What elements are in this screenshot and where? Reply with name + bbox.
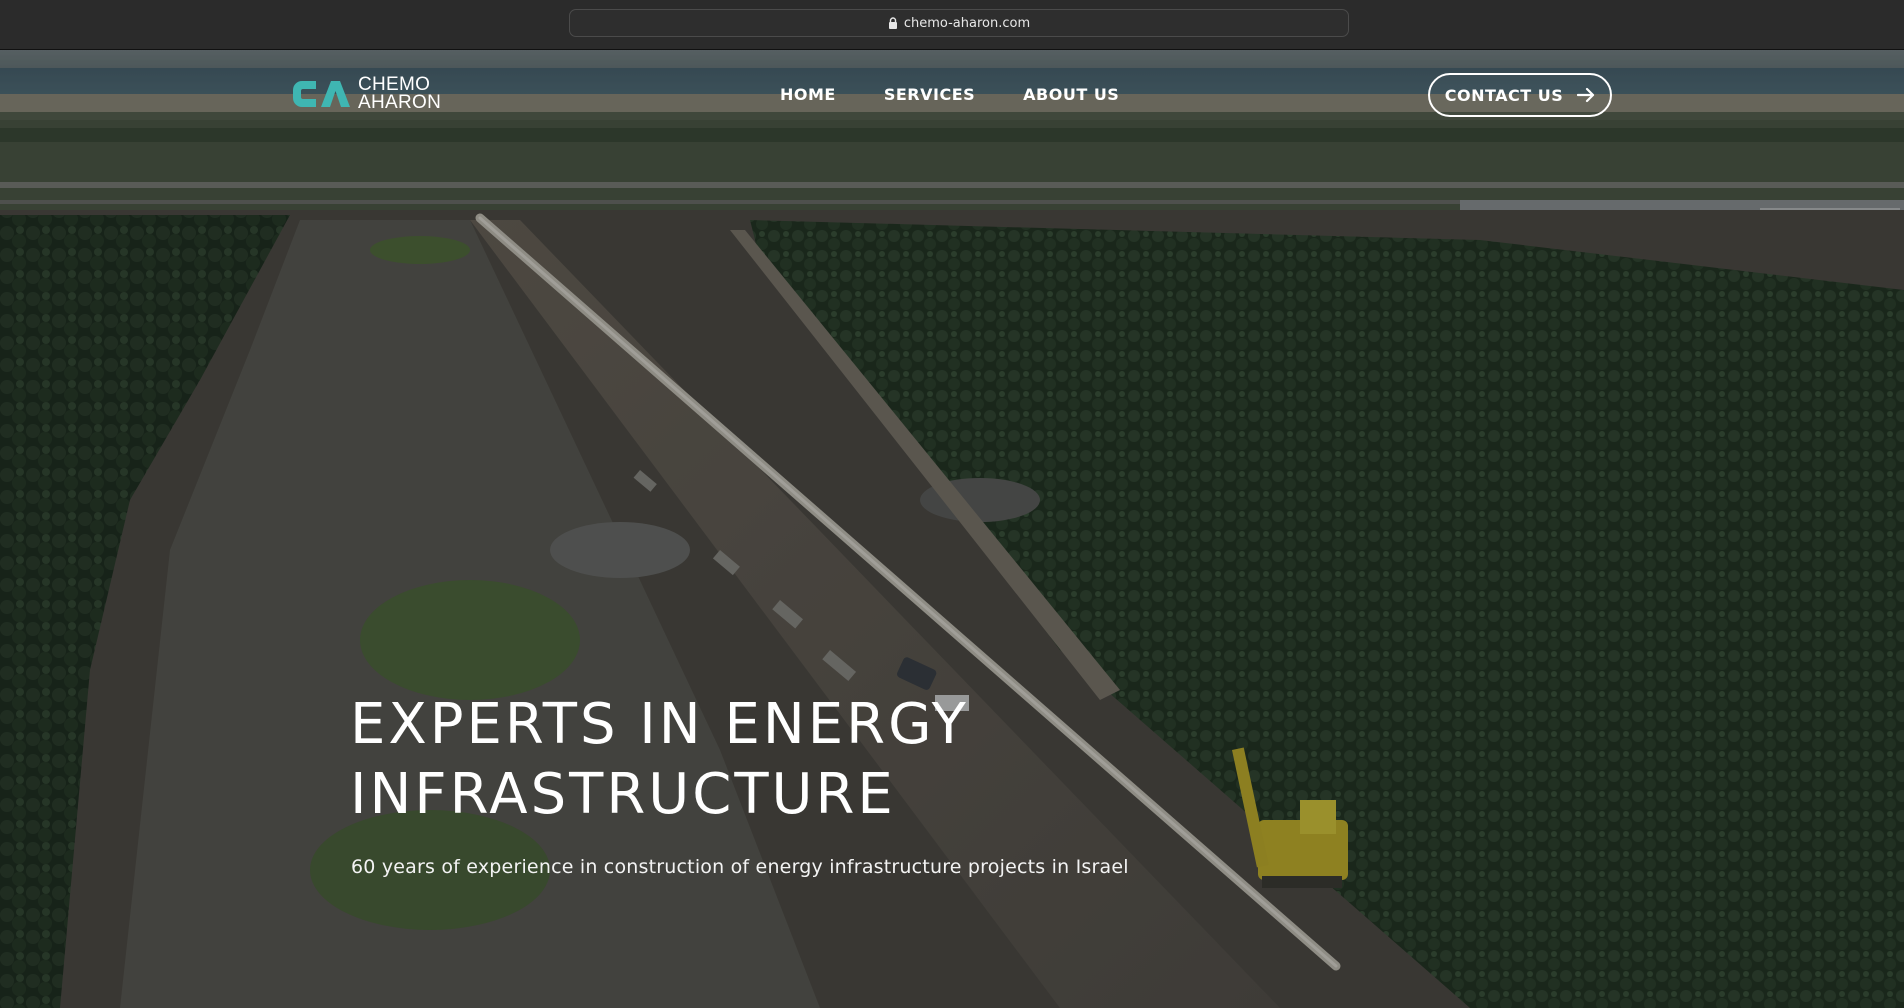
- hero-subtitle: 60 years of experience in construction o…: [351, 856, 1129, 878]
- nav-about-us[interactable]: ABOUT US: [1023, 85, 1119, 104]
- logo-wordmark: CHEMO AHARON: [358, 75, 442, 113]
- main-nav: HOME SERVICES ABOUT US: [780, 85, 1119, 104]
- contact-us-button[interactable]: CONTACT US: [1428, 73, 1612, 117]
- logo-mark-icon: [293, 81, 350, 107]
- lock-icon: [888, 17, 897, 29]
- contact-us-label: CONTACT US: [1444, 85, 1564, 105]
- logo[interactable]: CHEMO AHARON: [290, 75, 442, 113]
- hero-section: CHEMO AHARON HOME SERVICES ABOUT US CONT…: [0, 50, 1904, 1008]
- nav-home[interactable]: HOME: [780, 85, 836, 104]
- url-text: chemo-aharon.com: [903, 15, 1031, 31]
- nav-services[interactable]: SERVICES: [884, 85, 975, 104]
- browser-toolbar: chemo-aharon.com: [0, 0, 1904, 50]
- logo-line-2: AHARON: [358, 92, 442, 113]
- address-bar[interactable]: chemo-aharon.com: [569, 9, 1349, 37]
- arrow-right-icon: [1577, 87, 1595, 103]
- hero-title: EXPERTS IN ENERGY INFRASTRUCTURE: [350, 692, 969, 827]
